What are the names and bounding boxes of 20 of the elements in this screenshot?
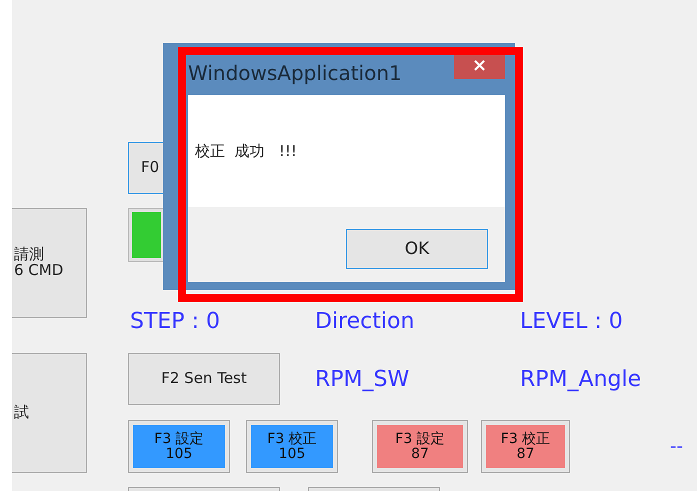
f3-button[interactable]: F3 設定 87 <box>372 420 468 473</box>
close-button[interactable]: × <box>454 53 505 79</box>
dialog-message: 校正 成功 !!! <box>195 142 297 160</box>
window-title: WindowsApplication1 <box>188 61 402 85</box>
f3-button[interactable]: F3 校正 105 <box>246 420 338 473</box>
ok-button[interactable]: OK <box>346 229 488 269</box>
status-label: Direction <box>315 309 414 334</box>
f3-button[interactable]: F3 設定 105 <box>128 420 230 473</box>
button[interactable] <box>128 487 280 491</box>
side-button[interactable]: 請測 6 CMD <box>12 208 87 318</box>
status-label: LEVEL : 0 <box>520 309 623 334</box>
sensor-test-button[interactable]: F2 Sen Test <box>128 353 280 405</box>
side-button[interactable]: 試 <box>12 353 87 473</box>
button[interactable] <box>308 487 440 491</box>
f3-button[interactable]: F3 校正 87 <box>481 420 570 473</box>
rpm-label: RPM_SW <box>315 366 410 392</box>
status-label: STEP : 0 <box>130 309 220 334</box>
f0-button[interactable]: F0 <box>128 142 165 194</box>
rpm-label: RPM_Angle <box>520 366 642 392</box>
dash-text: -- <box>670 436 683 457</box>
